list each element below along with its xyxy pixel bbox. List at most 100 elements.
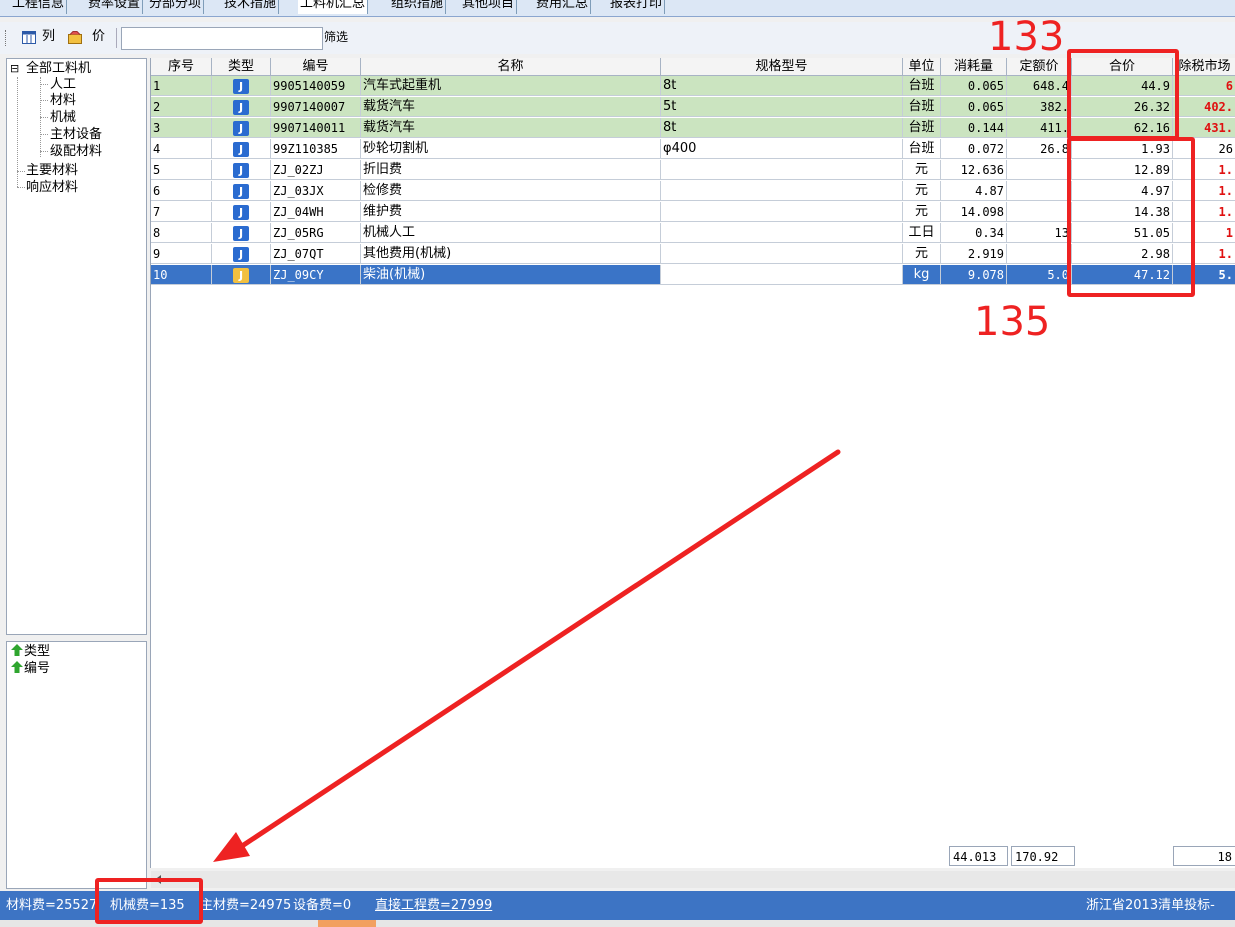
col-header-unit[interactable]: 单位 (903, 58, 941, 76)
cell-no[interactable]: 8 (151, 223, 212, 243)
cell-spec[interactable]: 8t (661, 76, 903, 96)
col-header-spec[interactable]: 规格型号 (661, 58, 903, 76)
cell-qty[interactable]: 0.34 (941, 223, 1007, 243)
cell-qty[interactable]: 12.636 (941, 160, 1007, 180)
cell-no[interactable]: 9 (151, 244, 212, 264)
cell-name[interactable]: 柴油(机械) (361, 265, 661, 285)
cell-name[interactable]: 载货汽车 (361, 118, 661, 138)
cell-no[interactable]: 2 (151, 97, 212, 117)
cell-code[interactable]: ZJ_03JX (271, 181, 361, 201)
col-header-name[interactable]: 名称 (361, 58, 661, 76)
cell-unit[interactable]: 台班 (903, 97, 941, 117)
cell-price[interactable] (1007, 202, 1072, 222)
cell-type[interactable]: J (212, 181, 271, 201)
cell-market[interactable]: 6 (1173, 76, 1235, 96)
cell-type[interactable]: J (212, 202, 271, 222)
cell-spec[interactable]: 8t (661, 118, 903, 138)
tree-item-graded-material[interactable]: 级配材料 (50, 144, 102, 159)
cell-name[interactable]: 汽车式起重机 (361, 76, 661, 96)
cell-name[interactable]: 砂轮切割机 (361, 139, 661, 159)
cell-qty[interactable]: 0.065 (941, 97, 1007, 117)
cell-code[interactable]: ZJ_04WH (271, 202, 361, 222)
col-header-market-price[interactable]: 除税市场 (1173, 58, 1235, 76)
tab-org-measures[interactable]: 组织措施 (389, 0, 447, 14)
cell-name[interactable]: 其他费用(机械) (361, 244, 661, 264)
cell-unit[interactable]: 元 (903, 202, 941, 222)
cell-price[interactable]: 13 (1007, 223, 1072, 243)
columns-button-label[interactable]: 列 (42, 28, 55, 46)
cell-type[interactable]: J (212, 139, 271, 159)
sort-item-code[interactable]: 编号 (11, 661, 50, 676)
cell-code[interactable]: 9905140059 (271, 76, 361, 96)
cell-qty[interactable]: 4.87 (941, 181, 1007, 201)
horizontal-scrollbar[interactable] (151, 871, 1235, 888)
cell-spec[interactable] (661, 160, 903, 180)
cell-type[interactable]: J (212, 118, 271, 138)
cell-type[interactable]: J (212, 160, 271, 180)
cell-code[interactable]: 9907140007 (271, 97, 361, 117)
cell-unit[interactable]: 台班 (903, 76, 941, 96)
cell-name[interactable]: 检修费 (361, 181, 661, 201)
tree-item-material[interactable]: 材料 (50, 93, 76, 108)
cell-spec[interactable] (661, 223, 903, 243)
cell-qty[interactable]: 0.144 (941, 118, 1007, 138)
cell-no[interactable]: 10 (151, 265, 212, 285)
toolbar-grip[interactable] (5, 30, 8, 46)
cell-spec[interactable]: φ400 (661, 139, 903, 159)
cell-price[interactable]: 382. (1007, 97, 1072, 117)
cell-no[interactable]: 7 (151, 202, 212, 222)
cell-price[interactable] (1007, 181, 1072, 201)
sort-item-type[interactable]: 类型 (11, 644, 50, 659)
cell-no[interactable]: 6 (151, 181, 212, 201)
cell-name[interactable]: 机械人工 (361, 223, 661, 243)
tab-sub-items[interactable]: 分部分项 (147, 0, 205, 14)
col-header-quota-price[interactable]: 定额价 (1007, 58, 1072, 76)
cell-code[interactable]: 9907140011 (271, 118, 361, 138)
col-header-code[interactable]: 编号 (271, 58, 361, 76)
tab-cost-summary[interactable]: 费用汇总 (534, 0, 592, 14)
cell-price[interactable]: 648.4 (1007, 76, 1072, 96)
cell-qty[interactable]: 14.098 (941, 202, 1007, 222)
status-direct-cost[interactable]: 直接工程费=27999 (375, 891, 492, 920)
tab-project-info[interactable]: 工程信息 (10, 0, 68, 14)
cell-price[interactable] (1007, 160, 1072, 180)
cell-market[interactable]: 431. (1173, 118, 1235, 138)
cell-type[interactable]: J (212, 97, 271, 117)
cell-price[interactable]: 5.0 (1007, 265, 1072, 285)
cell-code[interactable]: 99Z110385 (271, 139, 361, 159)
tree-item-main-equipment[interactable]: 主材设备 (50, 127, 102, 142)
tab-other-items[interactable]: 其他项目 (460, 0, 518, 14)
price-icon[interactable] (68, 31, 82, 44)
tree-item-machinery[interactable]: 机械 (50, 110, 76, 125)
cell-name[interactable]: 折旧费 (361, 160, 661, 180)
tree-item-labor[interactable]: 人工 (50, 77, 76, 92)
cell-qty[interactable]: 2.919 (941, 244, 1007, 264)
cell-qty[interactable]: 0.072 (941, 139, 1007, 159)
cell-no[interactable]: 5 (151, 160, 212, 180)
cell-qty[interactable]: 0.065 (941, 76, 1007, 96)
cell-code[interactable]: ZJ_09CY (271, 265, 361, 285)
tab-report-print[interactable]: 报表打印 (608, 0, 666, 14)
cell-market[interactable]: 402. (1173, 97, 1235, 117)
cell-unit[interactable]: 台班 (903, 139, 941, 159)
tree-root[interactable]: 全部工料机 (26, 61, 91, 76)
tree-item-response-materials[interactable]: 响应材料 (26, 180, 78, 195)
collapse-icon[interactable]: ⊟ (10, 61, 19, 76)
cell-qty[interactable]: 9.078 (941, 265, 1007, 285)
cell-spec[interactable]: 5t (661, 97, 903, 117)
cell-unit[interactable]: 元 (903, 160, 941, 180)
cell-spec[interactable] (661, 202, 903, 222)
cell-spec[interactable] (661, 244, 903, 264)
cell-code[interactable]: ZJ_05RG (271, 223, 361, 243)
cell-unit[interactable]: 台班 (903, 118, 941, 138)
cell-name[interactable]: 载货汽车 (361, 97, 661, 117)
tree-item-main-materials[interactable]: 主要材料 (26, 163, 78, 178)
filter-input[interactable] (121, 27, 323, 50)
cell-no[interactable]: 3 (151, 118, 212, 138)
price-button-label[interactable]: 价 (92, 28, 105, 46)
tab-rate-settings[interactable]: 费率设置 (86, 0, 144, 14)
cell-type[interactable]: J (212, 244, 271, 264)
filter-button[interactable]: 筛选 (324, 28, 348, 46)
col-header-no[interactable]: 序号 (151, 58, 212, 76)
cell-unit[interactable]: 元 (903, 244, 941, 264)
